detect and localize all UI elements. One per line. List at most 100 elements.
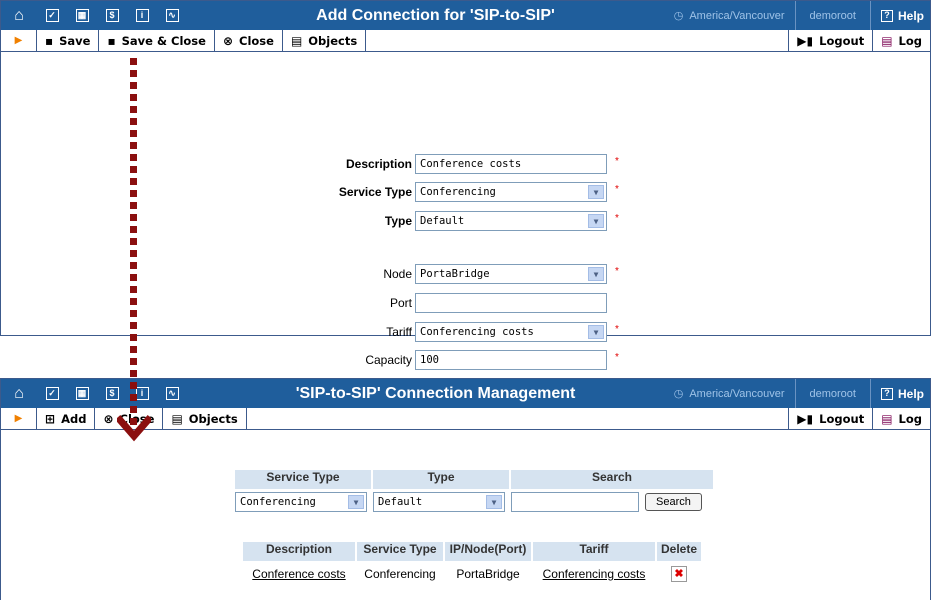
logout-label: Logout [819,411,865,426]
tariff-select[interactable]: Conferencing costs ▼ [415,322,607,342]
chevron-down-icon: ▼ [486,495,502,509]
toolbar: ▶ ▪ Save ▪ Save & Close ⊗ Close ▤ Objects ▶▮… [1,30,930,52]
tariff-value: Conferencing costs [420,326,534,338]
node-value: PortaBridge [420,268,490,280]
tariff-label: Tariff [386,325,412,339]
log-icon: ▤ [881,33,893,48]
help-icon: ? [880,9,893,22]
close-button[interactable]: ⊗ Close [215,30,283,51]
checkbox-icon[interactable]: ✓ [37,379,67,408]
timezone-label: America/Vancouver [689,387,785,400]
capacity-label: Capacity [365,353,412,367]
description-label: Description [345,157,412,171]
filter-header-search: Search [511,470,713,489]
node-select[interactable]: PortaBridge ▼ [415,264,607,284]
column-header: Tariff [533,542,655,561]
save-close-label: Save & Close [121,33,206,48]
checkbox-icon[interactable]: ✓ [37,1,67,30]
help-label: Help [897,8,924,23]
clock-icon: ◷ [673,10,684,22]
objects-label: Objects [308,33,358,48]
arrow-down-icon [117,415,151,442]
filter-panel: Service Type Type Search Conferencing ▼ D… [235,470,715,512]
save-label: Save [59,33,91,48]
logout-icon: ▶▮ [797,411,814,426]
chevron-down-icon: ▼ [348,495,364,509]
user-link[interactable]: demoroot [794,379,870,408]
required-mark: * [615,184,619,195]
clock-icon: ◷ [673,388,684,400]
menu-arrow-icon[interactable]: ▶ [1,30,37,51]
logout-button[interactable]: ▶▮ Logout [788,408,872,429]
required-mark: * [615,213,619,224]
timezone-label: America/Vancouver [689,9,785,22]
column-header: Delete [657,542,701,561]
chart-icon[interactable]: ∿ [157,1,187,30]
filter-service-type-select[interactable]: Conferencing ▼ [235,492,367,512]
service-type-value: Conferencing [420,186,496,198]
log-label: Log [898,411,922,426]
filter-type-value: Default [378,496,423,508]
log-icon: ▤ [881,411,893,426]
help-label: Help [897,386,924,401]
floppy-icon: ▪ [45,33,54,48]
help-button[interactable]: ? Help [869,379,930,408]
log-button[interactable]: ▤ Log [872,30,930,51]
chevron-down-icon: ▼ [588,267,604,281]
add-button[interactable]: ⊞ Add [37,408,96,429]
service-type-select[interactable]: Conferencing ▼ [415,182,607,202]
description-link[interactable]: Conference costs [252,567,345,581]
log-button[interactable]: ▤ Log [872,408,930,429]
tariff-link[interactable]: Conferencing costs [543,567,646,581]
filter-type-select[interactable]: Default ▼ [373,492,505,512]
search-button[interactable]: Search [645,493,702,511]
close-icon: ⊗ [103,411,114,426]
results-table: Description Service Type IP/Node(Port) T… [243,542,701,583]
log-label: Log [898,33,922,48]
save-close-button[interactable]: ▪ Save & Close [99,30,215,51]
title-bar: ⌂ ✓ ▦ $ i ∿ 'SIP-to-SIP' Connection Mana… [1,379,930,408]
dollar-icon[interactable]: $ [97,379,127,408]
column-header: Service Type [357,542,443,561]
grid-icon[interactable]: ▦ [67,1,97,30]
save-button[interactable]: ▪ Save [37,30,100,51]
objects-icon: ▤ [171,411,183,426]
filter-service-type-value: Conferencing [240,496,316,508]
port-label: Port [389,296,412,310]
objects-button[interactable]: ▤ Objects [163,408,247,429]
service-type-label: Service Type [338,185,412,199]
logout-label: Logout [819,33,865,48]
home-icon[interactable]: ⌂ [1,1,37,30]
capacity-input[interactable]: 100 [415,350,607,370]
dollar-icon[interactable]: $ [97,1,127,30]
table-row: Conference costs Conferencing PortaBridg… [243,565,701,583]
type-value: Default [420,215,465,227]
title-bar: ⌂ ✓ ▦ $ i ∿ Add Connection for 'SIP-to-S… [1,1,930,30]
description-input[interactable]: Conference costs [415,154,607,174]
grid-icon[interactable]: ▦ [67,379,97,408]
home-icon[interactable]: ⌂ [1,379,37,408]
required-mark: * [615,352,619,363]
port-input[interactable] [415,293,607,313]
type-label: Type [384,214,412,228]
help-button[interactable]: ? Help [869,1,930,30]
type-select[interactable]: Default ▼ [415,211,607,231]
menu-arrow-icon[interactable]: ▶ [1,408,37,429]
chart-icon[interactable]: ∿ [157,379,187,408]
logout-icon: ▶▮ [797,33,814,48]
node-cell: PortaBridge [456,567,520,581]
add-connection-window: ⌂ ✓ ▦ $ i ∿ Add Connection for 'SIP-to-S… [0,0,931,370]
search-input[interactable] [511,492,639,512]
close-icon: ⊗ [222,33,233,48]
info-icon[interactable]: i [127,1,157,30]
floppy-icon: ▪ [107,33,116,48]
close-label: Close [239,33,274,48]
timezone-link[interactable]: ◷ America/Vancouver [664,379,795,408]
objects-button[interactable]: ▤ Objects [283,30,367,51]
required-mark: * [615,324,619,335]
timezone-link[interactable]: ◷ America/Vancouver [664,1,795,30]
logout-button[interactable]: ▶▮ Logout [788,30,872,51]
delete-icon[interactable]: ✖ [671,566,687,582]
column-header: Description [243,542,355,561]
user-link[interactable]: demoroot [794,1,870,30]
